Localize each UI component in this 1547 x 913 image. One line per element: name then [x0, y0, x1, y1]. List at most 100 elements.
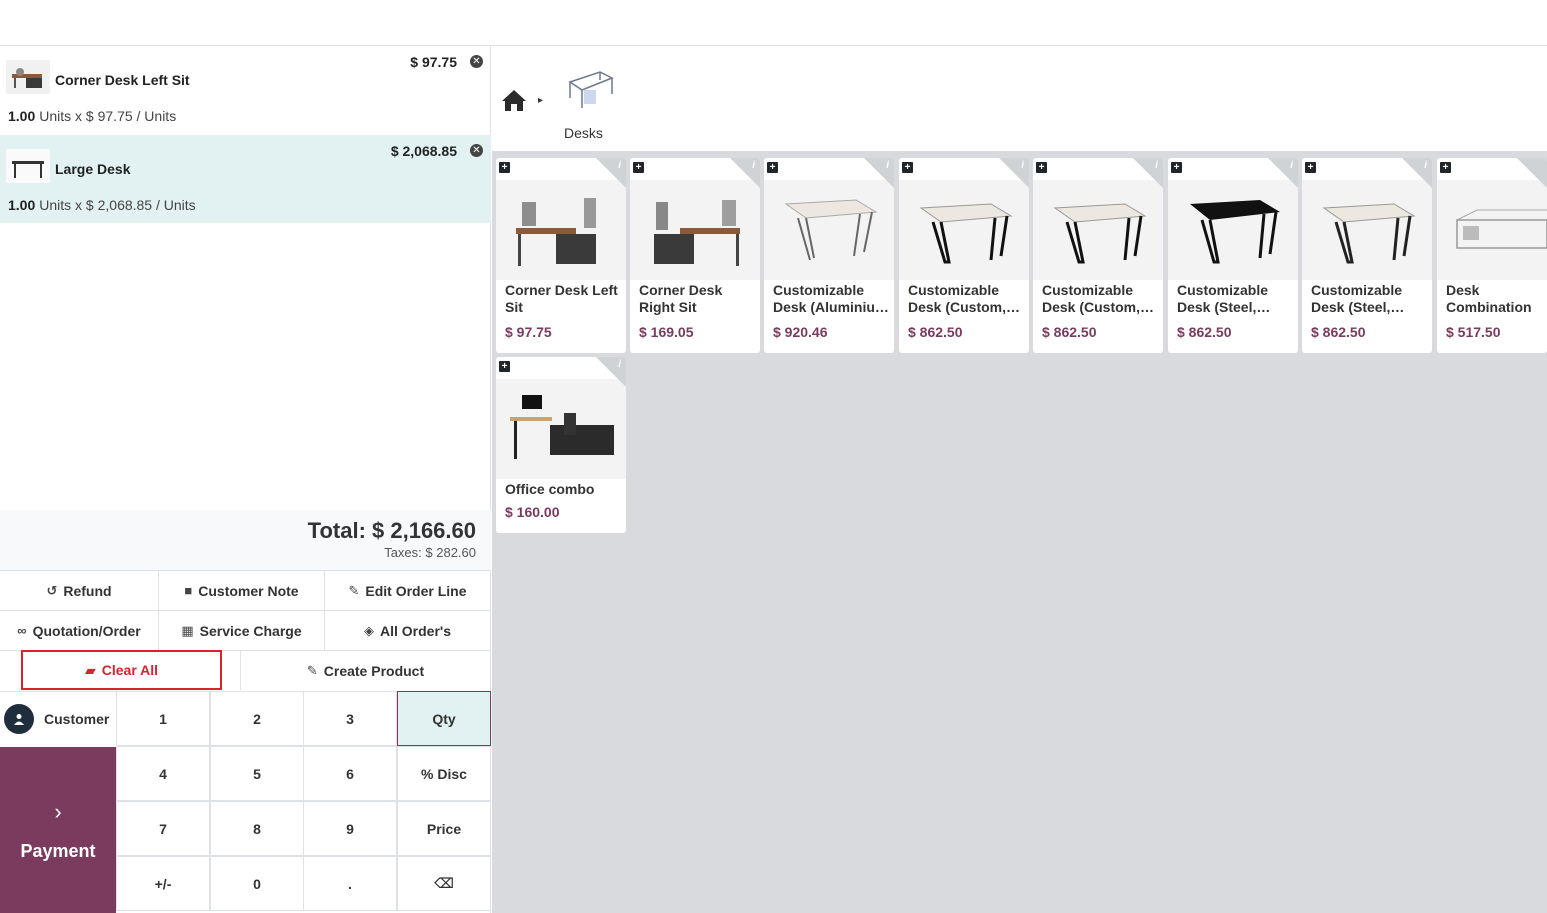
add-icon[interactable]: +: [499, 361, 510, 372]
product-name: Corner Desk Right Sit: [639, 282, 723, 315]
info-icon[interactable]: i: [1021, 160, 1024, 171]
product-name: Office combo: [505, 481, 595, 497]
product-price: $ 160.00: [505, 504, 560, 520]
service-charge-button[interactable]: ▦ Service Charge: [159, 610, 325, 650]
numpad-key-6[interactable]: 6: [303, 746, 397, 801]
product-price: $ 862.50: [1177, 324, 1232, 340]
edit-order-line-button[interactable]: ✎ Edit Order Line: [325, 570, 491, 610]
product-name: Customizable Desk (Aluminiu…: [773, 282, 889, 315]
home-icon[interactable]: [501, 88, 527, 112]
product-image: [1168, 180, 1298, 280]
product-image: [899, 180, 1029, 280]
info-icon[interactable]: i: [618, 359, 621, 370]
numpad-key-1[interactable]: 1: [116, 691, 210, 746]
product-image: [764, 180, 894, 280]
add-icon[interactable]: +: [767, 162, 778, 173]
calculator-icon: ▦: [181, 622, 194, 638]
order-line-price: $ 97.75: [410, 54, 457, 70]
edit-square-icon: ✎: [306, 662, 318, 678]
order-line-name: Corner Desk Left Sit: [55, 72, 190, 88]
numpad-key-decimal[interactable]: .: [303, 856, 397, 911]
refund-button[interactable]: ↺ Refund: [0, 570, 159, 610]
customer-note-button[interactable]: ■ Customer Note: [159, 570, 325, 610]
product-card[interactable]: + i Office combo $ 160.00: [496, 357, 626, 533]
numpad-key-9[interactable]: 9: [303, 801, 397, 856]
info-corner: [864, 158, 894, 188]
add-icon[interactable]: +: [1036, 162, 1047, 173]
info-icon[interactable]: i: [752, 160, 755, 171]
add-icon[interactable]: +: [1171, 162, 1182, 173]
order-line-selected[interactable]: Large Desk $ 2,068.85 ✕ 1.00 Units x $ 2,…: [0, 135, 491, 223]
product-card[interactable]: + Desk Combination $ 517.50: [1437, 158, 1547, 353]
info-icon[interactable]: i: [618, 160, 621, 171]
numpad-key-3[interactable]: 3: [303, 691, 397, 746]
add-icon[interactable]: +: [633, 162, 644, 173]
product-card[interactable]: + i Customizable Desk (Custom,… $ 862.50: [1033, 158, 1163, 353]
quotation-order-button[interactable]: ∞ Quotation/Order: [0, 610, 159, 650]
order-line-price: $ 2,068.85: [390, 143, 457, 159]
category-breadcrumb: ▸ Desks: [492, 46, 1547, 154]
numpad-key-backspace[interactable]: ⌫: [397, 856, 491, 911]
add-icon[interactable]: +: [1305, 162, 1316, 173]
order-total: Total: $ 2,166.60: [307, 518, 476, 543]
product-name: Customizable Desk (Custom,…: [908, 282, 1021, 315]
order-panel: Corner Desk Left Sit $ 97.75 ✕ 1.00 Units…: [0, 46, 491, 913]
product-name: Customizable Desk (Steel,…: [1311, 282, 1405, 315]
category-label[interactable]: Desks: [564, 125, 603, 141]
numpad-key-discount[interactable]: % Disc: [397, 746, 491, 801]
product-card[interactable]: + i Customizable Desk (Aluminiu… $ 920.4…: [764, 158, 894, 353]
desk-category-icon[interactable]: [566, 68, 616, 112]
add-icon[interactable]: +: [1440, 162, 1451, 173]
add-icon[interactable]: +: [499, 162, 510, 173]
numpad-key-qty[interactable]: Qty: [397, 691, 491, 746]
product-price: $ 920.46: [773, 324, 828, 340]
numpad-key-plus-minus[interactable]: +/-: [116, 856, 210, 911]
order-line-thumbnail: [6, 60, 50, 94]
numpad-key-price[interactable]: Price: [397, 801, 491, 856]
payment-button[interactable]: › Payment: [0, 747, 116, 913]
numpad-key-4[interactable]: 4: [116, 746, 210, 801]
order-summary: Total: $ 2,166.60 Taxes: $ 282.60: [0, 510, 491, 570]
info-corner: [1517, 158, 1547, 188]
numpad-key-7[interactable]: 7: [116, 801, 210, 856]
create-product-button[interactable]: ✎ Create Product: [241, 650, 491, 690]
product-card[interactable]: + i Customizable Desk (Custom,… $ 862.50: [899, 158, 1029, 353]
remove-line-icon[interactable]: ✕: [470, 144, 483, 157]
order-taxes: Taxes: $ 282.60: [384, 545, 476, 560]
info-icon[interactable]: i: [1290, 160, 1293, 171]
numpad-key-8[interactable]: 8: [210, 801, 304, 856]
numpad-key-0[interactable]: 0: [210, 856, 304, 911]
product-image: [1302, 180, 1432, 280]
info-icon[interactable]: i: [886, 160, 889, 171]
product-screen: ▸ Desks + i Corner Desk Left Sit $ 97.75…: [492, 46, 1547, 913]
customer-button[interactable]: Customer: [0, 691, 116, 746]
clear-all-button[interactable]: ▰ Clear All: [21, 650, 222, 690]
info-icon[interactable]: i: [1155, 160, 1158, 171]
product-card[interactable]: + i Corner Desk Left Sit $ 97.75: [496, 158, 626, 353]
product-card[interactable]: + i Customizable Desk (Steel,… $ 862.50: [1302, 158, 1432, 353]
info-corner: [730, 158, 760, 188]
product-price: $ 862.50: [1311, 324, 1366, 340]
info-corner: [1402, 158, 1432, 188]
link-icon: ∞: [17, 623, 27, 638]
note-icon: ■: [184, 583, 193, 598]
product-card[interactable]: + i Customizable Desk (Steel,… $ 862.50: [1168, 158, 1298, 353]
numpad-key-2[interactable]: 2: [210, 691, 304, 746]
product-price: $ 862.50: [1042, 324, 1097, 340]
add-icon[interactable]: +: [902, 162, 913, 173]
numpad-key-5[interactable]: 5: [210, 746, 304, 801]
product-image: [1033, 180, 1163, 280]
product-image: [630, 180, 760, 280]
info-corner: [1268, 158, 1298, 188]
order-line-quantity: 1.00 Units x $ 97.75 / Units: [8, 108, 177, 124]
info-corner: [999, 158, 1029, 188]
product-name: Corner Desk Left Sit: [505, 282, 618, 315]
info-icon[interactable]: i: [1424, 160, 1427, 171]
remove-line-icon[interactable]: ✕: [470, 55, 483, 68]
product-card[interactable]: + i Corner Desk Right Sit $ 169.05: [630, 158, 760, 353]
all-orders-button[interactable]: ◈ All Order's: [325, 610, 491, 650]
info-corner: [596, 158, 626, 188]
order-line[interactable]: Corner Desk Left Sit $ 97.75 ✕ 1.00 Units…: [0, 46, 491, 134]
product-price: $ 517.50: [1446, 324, 1501, 340]
order-line-thumbnail: [6, 149, 50, 183]
